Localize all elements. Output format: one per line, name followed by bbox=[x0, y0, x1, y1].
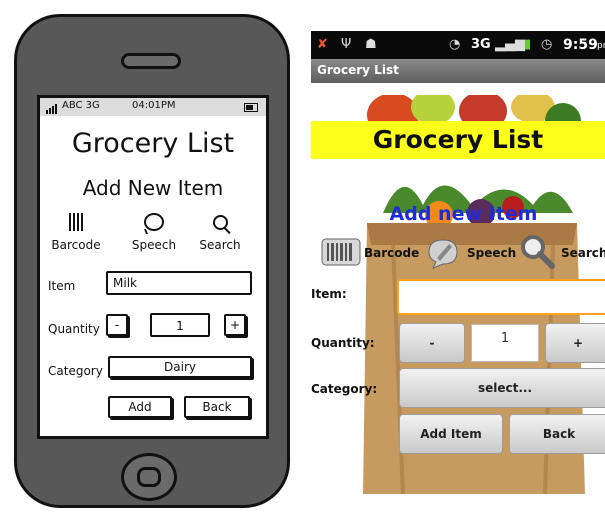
item-label: Item bbox=[48, 279, 76, 293]
speech-bubble-icon bbox=[144, 213, 164, 231]
wireframe-status-bar: ABC 3G 04:01PM bbox=[40, 98, 266, 116]
barcode-icon[interactable] bbox=[321, 238, 361, 266]
barcode-label: Barcode bbox=[51, 238, 101, 252]
status-time: 9:59 bbox=[563, 37, 598, 53]
home-button[interactable] bbox=[121, 453, 177, 501]
item-input[interactable] bbox=[397, 279, 605, 315]
app-title-bar: Grocery List bbox=[311, 59, 605, 83]
status-time: 04:01PM bbox=[132, 100, 176, 111]
wireframe-phone: ABC 3G 04:01PM Grocery List Add New Item… bbox=[14, 14, 290, 508]
alarm-icon: ◷ bbox=[541, 37, 553, 52]
signal-icon: ▂▄▆ bbox=[495, 37, 525, 52]
category-select[interactable]: select... bbox=[399, 368, 605, 408]
increment-button[interactable]: + bbox=[545, 323, 605, 363]
barcode-option[interactable]: Barcode bbox=[46, 208, 106, 252]
pencil-bubble-icon[interactable] bbox=[425, 234, 461, 270]
increment-button[interactable]: + bbox=[224, 314, 246, 336]
speech-label[interactable]: Speech bbox=[467, 246, 516, 260]
page-title: Grocery List bbox=[372, 125, 544, 154]
barcode-label[interactable]: Barcode bbox=[364, 246, 419, 260]
missed-call-icon: ✘ bbox=[317, 37, 328, 52]
decrement-button[interactable]: - bbox=[106, 314, 128, 336]
speech-label: Speech bbox=[131, 238, 177, 252]
network-type: 3G bbox=[471, 37, 491, 52]
status-time-suffix: pm bbox=[597, 41, 605, 51]
quantity-field[interactable]: 1 bbox=[150, 313, 210, 337]
category-label: Category: bbox=[311, 382, 378, 396]
page-subtitle: Add new Item bbox=[389, 203, 538, 225]
wireframe-screen: ABC 3G 04:01PM Grocery List Add New Item… bbox=[37, 95, 269, 439]
signal-icon bbox=[46, 103, 58, 114]
speech-option[interactable]: Speech bbox=[124, 208, 184, 252]
magnifier-icon bbox=[212, 214, 228, 230]
search-label[interactable]: Search bbox=[561, 246, 605, 260]
carrier-text: ABC 3G bbox=[62, 100, 100, 111]
battery-icon bbox=[244, 103, 258, 112]
search-option[interactable]: Search bbox=[190, 208, 250, 252]
add-button[interactable]: Add bbox=[108, 396, 172, 418]
item-input[interactable]: Milk bbox=[106, 271, 252, 295]
android-debug-icon: ☗ bbox=[365, 37, 377, 52]
wifi-icon: ◔ bbox=[449, 37, 461, 52]
quantity-label: Quantity: bbox=[311, 336, 375, 350]
phone-speaker bbox=[121, 53, 181, 69]
battery-icon: ▮ bbox=[524, 37, 532, 52]
back-button[interactable]: Back bbox=[184, 396, 250, 418]
search-label: Search bbox=[199, 238, 241, 252]
back-button[interactable]: Back bbox=[509, 414, 605, 454]
app-title: Grocery List bbox=[317, 63, 399, 77]
quantity-label: Quantity bbox=[48, 322, 100, 336]
android-screen: ✘ Ψ ☗ ◔ 3G ▂▄▆ ▮ ◷ 9:59 pm Grocery List … bbox=[311, 31, 605, 494]
android-status-bar: ✘ Ψ ☗ ◔ 3G ▂▄▆ ▮ ◷ 9:59 pm bbox=[311, 31, 605, 59]
category-select[interactable]: Dairy bbox=[108, 356, 252, 378]
item-label: Item: bbox=[311, 287, 347, 301]
page-title: Grocery List bbox=[71, 128, 235, 159]
magnifier-icon[interactable] bbox=[519, 233, 555, 269]
add-item-button[interactable]: Add Item bbox=[399, 414, 503, 454]
usb-icon: Ψ bbox=[341, 37, 352, 52]
page-subtitle: Add New Item bbox=[82, 176, 224, 200]
quantity-field[interactable]: 1 bbox=[471, 324, 539, 362]
category-label: Category bbox=[48, 364, 103, 378]
home-icon bbox=[137, 467, 161, 487]
barcode-icon bbox=[46, 208, 106, 236]
decrement-button[interactable]: - bbox=[399, 323, 465, 363]
